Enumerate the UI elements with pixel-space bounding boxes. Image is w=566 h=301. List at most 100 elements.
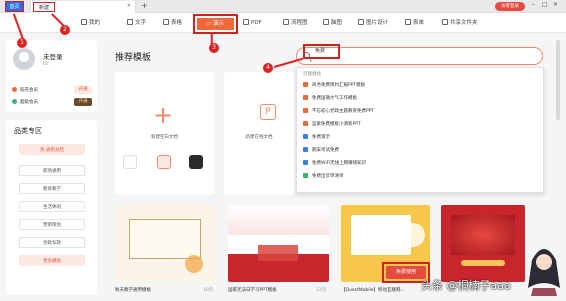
- suggestion-item[interactable]: 期末考试免费: [303, 146, 339, 155]
- new-blank-doc-label: 新建空白文档: [151, 135, 178, 140]
- suggestion-text: 免费出货单清单: [312, 174, 344, 179]
- menu-pdf[interactable]: PDF: [243, 18, 262, 29]
- super-vip-open-button[interactable]: 开通: [74, 98, 92, 106]
- smile-decoration: [401, 223, 425, 247]
- super-vip-label: 超级会员: [20, 100, 38, 105]
- suggestion-item[interactable]: 免费演示: [303, 133, 330, 142]
- vip-row-daoke: 稻壳会员 开通: [12, 86, 92, 95]
- folder-icon: [442, 19, 448, 25]
- new-online-doc-card[interactable]: P 新建在线文档: [224, 72, 294, 195]
- gold-ribbon-decoration: [461, 260, 505, 266]
- theme-white-swatch[interactable]: [123, 155, 137, 169]
- image-icon: [358, 19, 364, 25]
- menu-presentation[interactable]: ▱ 演示: [193, 14, 238, 34]
- menu-image-design[interactable]: 图片设计: [358, 18, 388, 29]
- window-close-icon[interactable]: ✕: [553, 1, 558, 8]
- menu-writer[interactable]: 文字: [127, 18, 146, 29]
- menu-shared-folder[interactable]: 共享文件夹: [442, 18, 478, 29]
- suggestion-text: 免费演示: [312, 135, 330, 140]
- scrollbar[interactable]: [556, 40, 560, 120]
- mascot-image: [527, 238, 561, 296]
- suggestion-text: 商务免费简约汇报PPT模板: [312, 83, 366, 88]
- menu-shared-folder-label: 共享文件夹: [450, 20, 478, 26]
- sheet-file-icon: [303, 173, 308, 178]
- maximize-icon[interactable]: □: [542, 1, 548, 8]
- vip-open-button[interactable]: 开通: [74, 86, 92, 94]
- step-marker-4: 4: [263, 63, 273, 73]
- suggestion-item[interactable]: 免费国潮大气工作模板: [303, 94, 357, 103]
- template-page-count: 10页: [203, 288, 214, 293]
- suggestions-header: 可能想找: [303, 72, 321, 77]
- category-item[interactable]: 营销策划: [19, 219, 85, 230]
- vip-badge-icon: [12, 87, 17, 92]
- avatar[interactable]: [13, 48, 35, 70]
- home-icon: [81, 19, 87, 25]
- profile-card: 未登录 ID: 稻壳会员 开通 超级会员 开通: [6, 40, 97, 112]
- thumbnail-frame: [129, 219, 201, 259]
- login-button[interactable]: 访客登录: [495, 2, 525, 11]
- menu-sheet-label: 表格: [171, 20, 183, 26]
- suggestion-item[interactable]: 不忘初心党政主题教育免费PPT: [303, 107, 374, 116]
- autumn-leaf-decoration: [185, 255, 203, 273]
- suggestion-item[interactable]: 免费WiFi无线上网赚钱知识: [303, 159, 366, 168]
- template-caption[interactable]: 秋天教学通用模板: [115, 287, 151, 293]
- tab-new-label: 新建: [33, 2, 55, 12]
- doc-file-icon: [303, 134, 308, 139]
- new-blank-doc-card[interactable]: + 新建空白文档: [115, 72, 214, 195]
- minimize-icon[interactable]: –: [532, 1, 535, 8]
- menu-form-label: 表单: [413, 20, 425, 26]
- flowchart-icon: [283, 19, 289, 25]
- watermark-text: 头条 @桐楠子aaa: [421, 279, 511, 292]
- new-tab-plus-icon[interactable]: +: [141, 1, 148, 11]
- suggestion-item[interactable]: 免费出货单清单: [303, 172, 344, 181]
- theme-pink-swatch[interactable]: [157, 155, 171, 169]
- search-input[interactable]: 免费: [303, 44, 340, 59]
- menu-flowchart[interactable]: 流程图: [283, 18, 308, 29]
- table-icon: [163, 19, 169, 25]
- ppt-file-icon: [303, 121, 308, 126]
- doc-file-icon: [303, 160, 308, 165]
- template-thumbnail[interactable]: [228, 205, 329, 282]
- page-title: 推荐模板: [115, 53, 152, 63]
- user-name[interactable]: 未登录: [43, 51, 63, 61]
- suggestion-text: 期末考试免费: [312, 148, 339, 153]
- close-icon[interactable]: ✕: [127, 3, 131, 9]
- category-item[interactable]: 生活休闲: [19, 201, 85, 212]
- menu-form[interactable]: 表单: [405, 18, 424, 29]
- thumbnail-header-band: [228, 205, 329, 235]
- suggestion-item[interactable]: 商务免费简约汇报PPT模板: [303, 81, 365, 90]
- category-item-more[interactable]: 更多模板: [19, 255, 85, 266]
- template-thumbnail[interactable]: [115, 205, 216, 282]
- building-decoration: [258, 245, 298, 261]
- template-page-count: 22页: [316, 288, 327, 293]
- theme-dark-swatch[interactable]: [189, 155, 203, 169]
- menu-presentation-label: 演示: [212, 21, 224, 27]
- new-online-doc-label: 新建在线文档: [245, 135, 273, 140]
- suggestion-item[interactable]: 蓝紫免费模板小清新PPT: [303, 120, 361, 129]
- tab-new[interactable]: 新建 ✕: [30, 1, 136, 13]
- form-icon: [405, 19, 411, 25]
- category-item[interactable]: 职场通用: [19, 165, 85, 176]
- sidebar: 未登录 ID: 稻壳会员 开通 超级会员 开通 品类专区 热·通用总结 职场通用…: [6, 40, 97, 295]
- menu-flowchart-label: 流程图: [291, 20, 308, 26]
- app-menubar: 我的 文字 表格 ▱ 演示 PDF 流程图 脑图 图片设计 表单 共享文件夹: [0, 13, 566, 34]
- category-panel: 品类专区 热·通用总结 职场通用 教育教学 生活休闲 营销策划 党政军政 更多模…: [6, 120, 97, 295]
- step-marker-2: 2: [60, 25, 70, 35]
- category-item[interactable]: 教育教学: [19, 183, 85, 194]
- menu-sheet[interactable]: 表格: [163, 18, 182, 29]
- template-caption[interactable]: 【QuestMobile】移动互联网...: [341, 287, 405, 293]
- free-use-label: 免费使用: [386, 266, 426, 279]
- template-caption[interactable]: 国家宪法日学习PPT模板: [228, 287, 277, 293]
- suggestion-text: 免费国潮大气工作模板: [312, 96, 357, 101]
- tab-home[interactable]: 首页: [5, 1, 24, 12]
- category-item[interactable]: 党政军政: [19, 237, 85, 248]
- menu-mine[interactable]: 我的: [81, 18, 100, 29]
- menu-mindmap[interactable]: 脑图: [323, 18, 342, 29]
- presentation-logo-icon: P: [260, 104, 276, 120]
- menu-mindmap-label: 脑图: [331, 20, 343, 26]
- category-item[interactable]: 热·通用总结: [19, 144, 85, 155]
- suggestion-text: 免费WiFi无线上网赚钱知识: [312, 161, 367, 166]
- template-thumbnail[interactable]: [441, 205, 525, 282]
- ppt-file-icon: [303, 108, 308, 113]
- plus-icon: +: [153, 101, 174, 129]
